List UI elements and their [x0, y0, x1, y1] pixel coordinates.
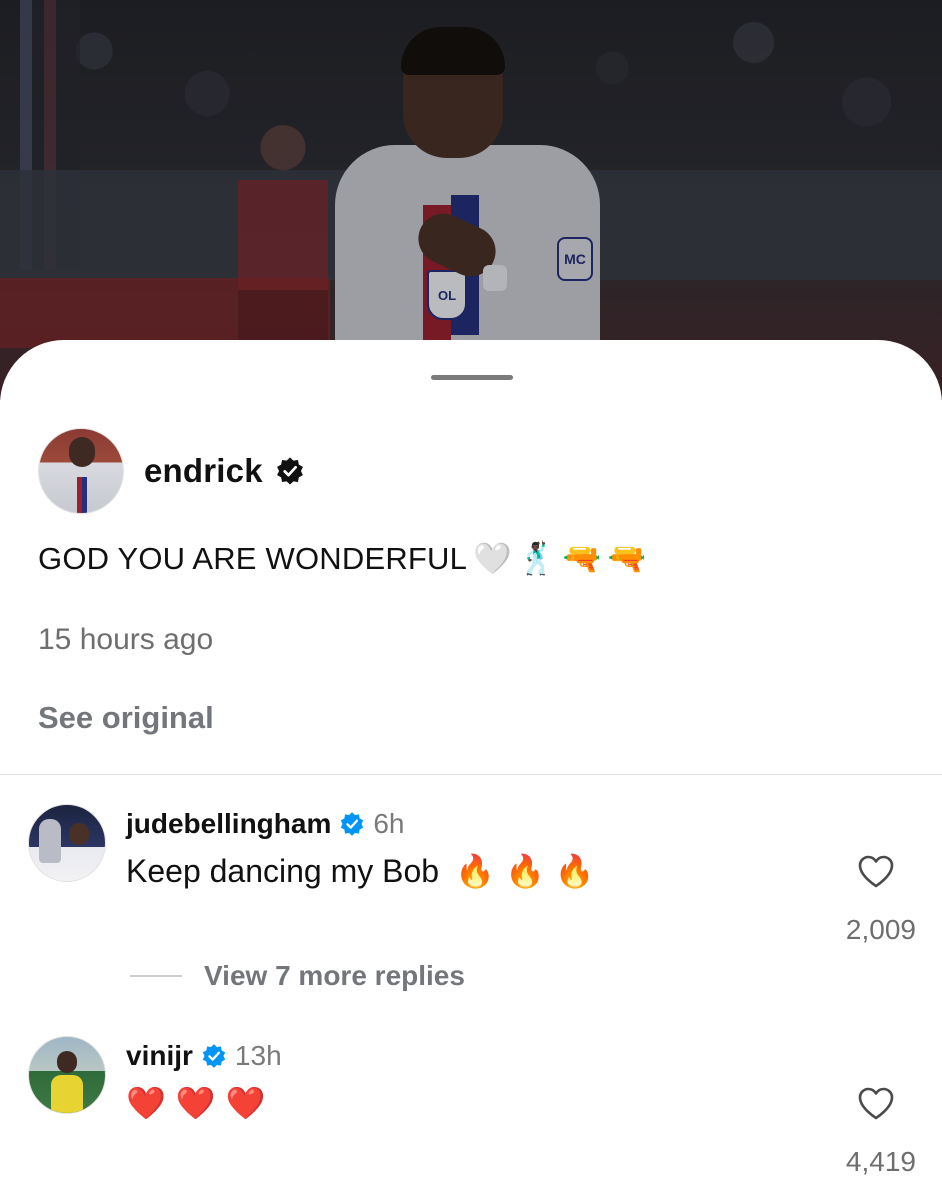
water-pistol-emoji: 🔫	[562, 541, 602, 576]
commenter-username[interactable]: judebellingham	[126, 808, 331, 840]
post-timestamp: 15 hours ago	[38, 623, 214, 656]
comment-time: 13h	[234, 1040, 282, 1071]
fire-emoji: 🔥	[554, 853, 595, 889]
comment-header: judebellingham 6h	[126, 808, 405, 840]
comment-header: vinijr 13h	[126, 1040, 282, 1072]
verified-badge-icon	[276, 457, 303, 485]
white-heart-emoji: 🤍	[473, 541, 512, 576]
comment-text: ❤️ ❤️ ❤️	[126, 1084, 266, 1122]
view-replies-label[interactable]: View 7 more replies	[204, 960, 465, 992]
like-count: 2,009	[845, 914, 916, 945]
red-heart-emoji: ❤️	[126, 1085, 166, 1121]
view-more-replies[interactable]: View 7 more replies	[130, 960, 465, 992]
comment-text-body: Keep dancing my Bob	[126, 852, 440, 889]
heart-icon[interactable]	[856, 852, 896, 892]
heart-icon[interactable]	[856, 1084, 896, 1124]
commenter-username[interactable]: vinijr	[126, 1040, 193, 1072]
post-author-row: endrick	[38, 428, 305, 514]
sheet-drag-handle[interactable]	[431, 375, 513, 380]
comment-text: Keep dancing my Bob 🔥 🔥 🔥	[126, 852, 595, 890]
replies-line	[130, 975, 182, 977]
section-divider	[0, 774, 942, 775]
commenter-avatar[interactable]	[28, 804, 106, 882]
see-original-button[interactable]: See original	[38, 700, 214, 736]
verified-badge-icon	[202, 1044, 226, 1068]
commenter-avatar[interactable]	[28, 1036, 106, 1114]
comment-time: 6h	[373, 808, 405, 839]
caption-text: GOD YOU ARE WONDERFUL	[38, 540, 468, 576]
fire-emoji: 🔥	[504, 853, 545, 889]
author-avatar[interactable]	[38, 428, 124, 514]
verified-badge-icon	[341, 812, 364, 836]
water-pistol-emoji: 🔫	[607, 541, 647, 576]
fire-emoji: 🔥	[455, 853, 495, 889]
comments-sheet: endrick GOD YOU ARE WONDERFUL 🤍 🕺🏿 🔫 🔫 1…	[0, 340, 942, 1200]
red-heart-emoji: ❤️	[175, 1085, 216, 1121]
like-count: 4,419	[845, 1146, 916, 1177]
author-username[interactable]: endrick	[144, 452, 263, 490]
red-heart-emoji: ❤️	[225, 1085, 266, 1121]
post-caption: GOD YOU ARE WONDERFUL 🤍 🕺🏿 🔫 🔫	[38, 540, 646, 577]
dancer-emoji: 🕺🏿	[517, 541, 557, 576]
